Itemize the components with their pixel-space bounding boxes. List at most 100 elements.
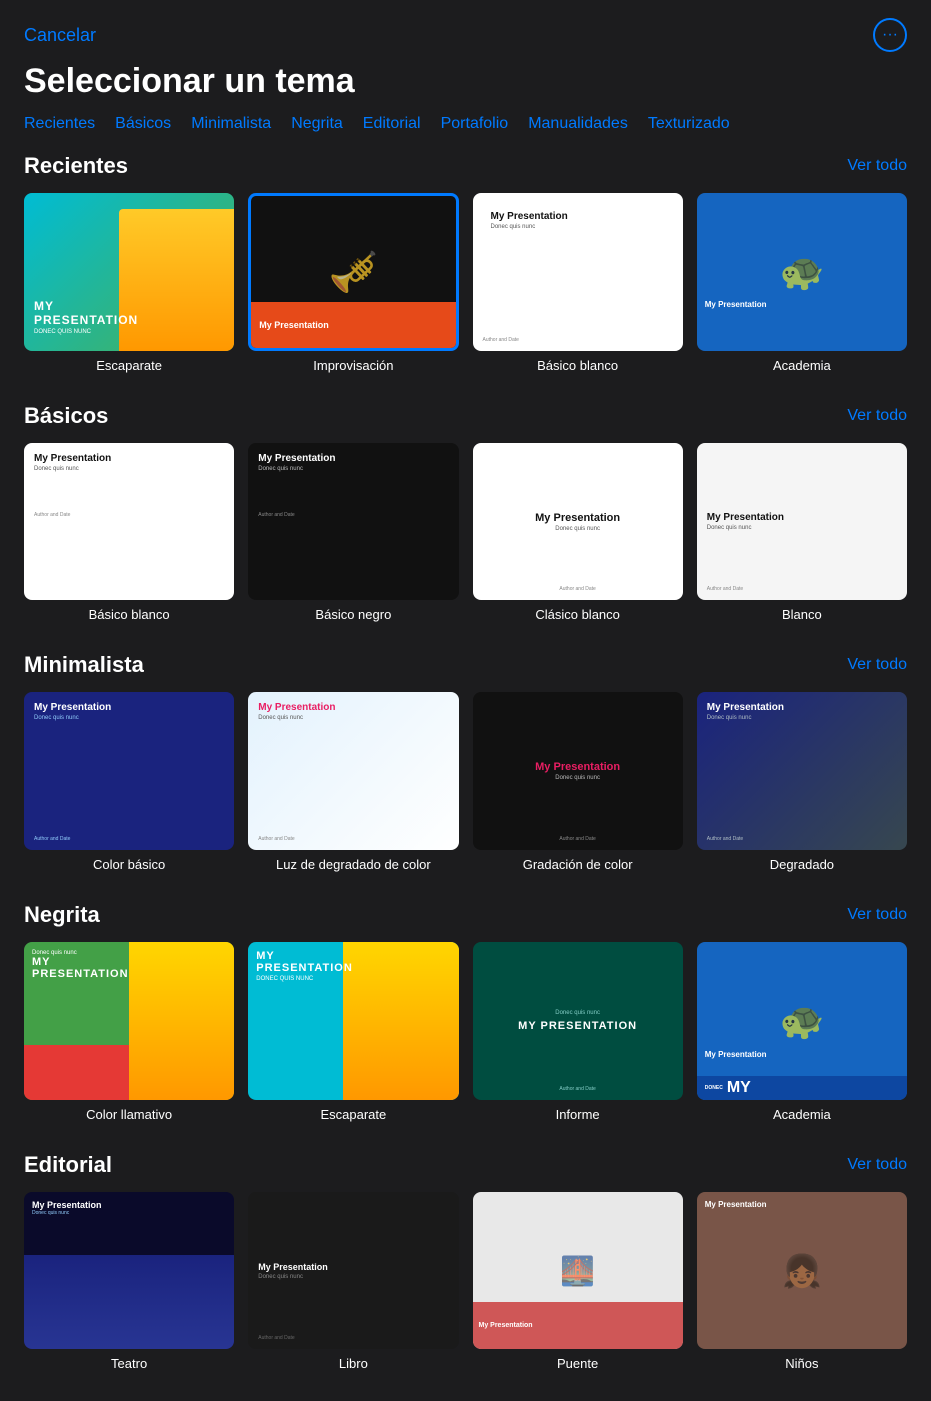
template-thumb-blanco: My Presentation Donec quis nunc Author a… (697, 443, 907, 601)
template-thumb-llamativo: Donec quis nunc MY PRESENTATION (24, 942, 234, 1100)
negrita-title: Negrita (24, 902, 100, 928)
negrita-section: Negrita Ver todo Donec quis nunc MY PRES… (0, 902, 931, 1152)
template-thumb-bbasico: My Presentation Donec quis nunc Author a… (24, 443, 234, 601)
template-color-basico[interactable]: My Presentation Donec quis nunc Author a… (24, 692, 234, 872)
basicos-header: Básicos Ver todo (24, 403, 907, 429)
template-thumb-bb: My Presentation Donec quis nunc Author a… (473, 193, 683, 351)
nav-texturizado[interactable]: Texturizado (648, 115, 730, 133)
template-editorial-1[interactable]: My Presentation Donec quis nunc Teatro (24, 1192, 234, 1372)
recientes-title: Recientes (24, 153, 128, 179)
template-editorial-3[interactable]: 🌉 My Presentation Puente (473, 1192, 683, 1372)
template-blanco[interactable]: My Presentation Donec quis nunc Author a… (697, 443, 907, 623)
template-basico-blanco[interactable]: My Presentation Donec quis nunc Author a… (24, 443, 234, 623)
template-academia-r[interactable]: 🐢 My Presentation Academia (697, 193, 907, 373)
more-options-button[interactable]: ··· (873, 18, 907, 52)
basicos-ver-todo[interactable]: Ver todo (847, 407, 907, 425)
basicos-section: Básicos Ver todo My Presentation Donec q… (0, 403, 931, 653)
recientes-header: Recientes Ver todo (24, 153, 907, 179)
template-escaparate[interactable]: MY PRESENTATION DONEC QUIS NUNC Escapara… (24, 193, 234, 373)
nav-basicos[interactable]: Básicos (115, 115, 171, 133)
template-basico-blanco-r[interactable]: My Presentation Donec quis nunc Author a… (473, 193, 683, 373)
nav-portafolio[interactable]: Portafolio (441, 115, 509, 133)
template-label-informe: Informe (473, 1107, 683, 1122)
template-escaparate-negrita[interactable]: MY PRESENTATION DONEC QUIS NUNC Escapara… (248, 942, 458, 1122)
trumpet-icon: 🎺 (328, 248, 378, 295)
template-label-ed1: Teatro (24, 1356, 234, 1371)
thumb-content-ac: 🐢 My Presentation (697, 193, 907, 351)
template-thumb-academia2: 🐢 My Presentation DONEC MY (697, 942, 907, 1100)
recientes-section: Recientes Ver todo MY PRESENTATION DONEC… (0, 153, 931, 403)
bridge-icon: 🌉 (560, 1254, 595, 1287)
turtle-icon-2: 🐢 (779, 1000, 824, 1042)
kids-icon: 👧🏾 (782, 1252, 822, 1290)
template-degradado[interactable]: My Presentation Donec quis nunc Author a… (697, 692, 907, 872)
header: Cancelar ··· (0, 0, 931, 62)
template-label-escaparate: Escaparate (24, 358, 234, 373)
negrita-header: Negrita Ver todo (24, 902, 907, 928)
template-label-academia2: Academia (697, 1107, 907, 1122)
editorial-header: Editorial Ver todo (24, 1152, 907, 1178)
minimalista-ver-todo[interactable]: Ver todo (847, 656, 907, 674)
template-thumb-improvisacion: My Presentation 🎺 (248, 193, 458, 351)
template-thumb-ed2: My Presentation Donec quis nunc Author a… (248, 1192, 458, 1350)
template-thumb-clasico: My Presentation Donec quis nunc Author a… (473, 443, 683, 601)
template-thumb-ed1: My Presentation Donec quis nunc (24, 1192, 234, 1350)
template-thumb-bbnegro: My Presentation Donec quis nunc Author a… (248, 443, 458, 601)
template-label-luz-degradado: Luz de degradado de color (248, 857, 458, 872)
template-gradacion[interactable]: My Presentation Donec quis nunc Author a… (473, 692, 683, 872)
template-label-clasico: Clásico blanco (473, 607, 683, 622)
template-thumb-degradado: My Presentation Donec quis nunc Author a… (697, 692, 907, 850)
template-label-degradado: Degradado (697, 857, 907, 872)
template-label-basico-negro: Básico negro (248, 607, 458, 622)
minimalista-section: Minimalista Ver todo My Presentation Don… (0, 652, 931, 902)
turtle-icon: 🐢 (779, 251, 824, 293)
template-thumb-informe: Donec quis nunc MY PRESENTATION Author a… (473, 942, 683, 1100)
minimalista-templates: My Presentation Donec quis nunc Author a… (24, 692, 907, 872)
negrita-ver-todo[interactable]: Ver todo (847, 906, 907, 924)
template-informe[interactable]: Donec quis nunc MY PRESENTATION Author a… (473, 942, 683, 1122)
thumb-content: MY PRESENTATION DONEC QUIS NUNC (24, 193, 234, 351)
template-label-ed3: Puente (473, 1356, 683, 1371)
thumb-title: MY (34, 299, 138, 313)
template-label-ed2: Libro (248, 1356, 458, 1371)
template-editorial-2[interactable]: My Presentation Donec quis nunc Author a… (248, 1192, 458, 1372)
nav-negrita[interactable]: Negrita (291, 115, 343, 133)
thumb-content-imp: My Presentation 🎺 (251, 196, 455, 348)
template-label-blanco: Blanco (697, 607, 907, 622)
blue-bar: My Presentation (697, 291, 907, 319)
nav-recientes[interactable]: Recientes (24, 115, 95, 133)
template-editorial-4[interactable]: 👧🏾 My Presentation Niños (697, 1192, 907, 1372)
nav-editorial[interactable]: Editorial (363, 115, 421, 133)
template-thumb-academia: 🐢 My Presentation (697, 193, 907, 351)
editorial-ver-todo[interactable]: Ver todo (847, 1156, 907, 1174)
recientes-ver-todo[interactable]: Ver todo (847, 157, 907, 175)
template-thumb-ed3: 🌉 My Presentation (473, 1192, 683, 1350)
template-label-ed4: Niños (697, 1356, 907, 1371)
template-thumb-esc2: MY PRESENTATION DONEC QUIS NUNC (248, 942, 458, 1100)
template-basico-negro[interactable]: My Presentation Donec quis nunc Author a… (248, 443, 458, 623)
thumb-content-bb: My Presentation Donec quis nunc Author a… (473, 193, 683, 351)
basicos-title: Básicos (24, 403, 108, 429)
template-academia-negrita[interactable]: 🐢 My Presentation DONEC MY Academia (697, 942, 907, 1122)
editorial-section: Editorial Ver todo My Presentation Donec… (0, 1152, 931, 1401)
recientes-templates: MY PRESENTATION DONEC QUIS NUNC Escapara… (24, 193, 907, 373)
page-title: Seleccionar un tema (0, 62, 931, 115)
category-nav: Recientes Básicos Minimalista Negrita Ed… (0, 115, 931, 153)
cancel-button[interactable]: Cancelar (24, 25, 96, 46)
template-thumb-ed4: 👧🏾 My Presentation (697, 1192, 907, 1350)
template-luz-degradado[interactable]: My Presentation Donec quis nunc Author a… (248, 692, 458, 872)
nav-manualidades[interactable]: Manualidades (528, 115, 628, 133)
template-improvisacion[interactable]: My Presentation 🎺 Improvisación (248, 193, 458, 373)
theater-decoration (24, 1255, 234, 1350)
nav-minimalista[interactable]: Minimalista (191, 115, 271, 133)
basicos-templates: My Presentation Donec quis nunc Author a… (24, 443, 907, 623)
template-clasico-blanco[interactable]: My Presentation Donec quis nunc Author a… (473, 443, 683, 623)
template-label-basico-blanco: Básico blanco (24, 607, 234, 622)
template-color-llamativo[interactable]: Donec quis nunc MY PRESENTATION Color ll… (24, 942, 234, 1122)
negrita-templates: Donec quis nunc MY PRESENTATION Color ll… (24, 942, 907, 1122)
template-thumb-gradacion: My Presentation Donec quis nunc Author a… (473, 692, 683, 850)
template-thumb-escaparate: MY PRESENTATION DONEC QUIS NUNC (24, 193, 234, 351)
template-label-gradacion: Gradación de color (473, 857, 683, 872)
editorial-title: Editorial (24, 1152, 112, 1178)
editorial-templates: My Presentation Donec quis nunc Teatro M… (24, 1192, 907, 1372)
